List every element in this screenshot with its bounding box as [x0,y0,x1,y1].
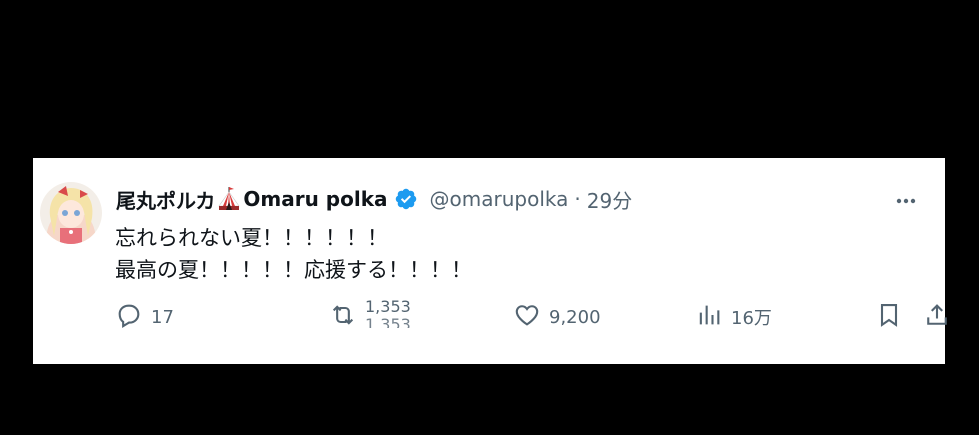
tweet-text-line: 最高の夏！！！！！応援する！！！！ [115,258,472,282]
reply-button[interactable]: 17 [115,300,174,334]
like-count: 9,200 [549,306,601,328]
timestamp[interactable]: 29分 [587,185,632,214]
views-button[interactable]: 16万 [695,300,772,334]
separator-dot: · [574,187,581,211]
more-icon[interactable] [893,188,919,214]
heart-icon [513,301,541,334]
action-bar: 17 1,353 1,353 9,200 16万 [115,298,947,334]
views-chart-icon [695,301,723,334]
tweet-header: 尾丸ポルカ Omaru polka @omarupolka · 29分 [116,184,632,214]
retweet-icon [329,301,357,334]
reply-icon [115,301,143,334]
display-name[interactable]: 尾丸ポルカ [116,185,215,214]
like-button[interactable]: 9,200 [513,300,601,334]
retweet-count-next: 1,353 [365,315,411,329]
retweet-count-stack: 1,353 1,353 [365,298,425,328]
avatar[interactable] [40,182,102,244]
tent-icon [216,186,242,212]
retweet-button[interactable]: 1,353 1,353 [329,298,411,334]
tweet-text-line: 忘れられない夏！！！！！！ [115,226,388,250]
views-count: 16万 [731,308,772,329]
retweet-count: 1,353 [365,298,411,316]
tweet-card[interactable]: 尾丸ポルカ Omaru polka @omarupolka · 29分 忘れられ… [33,158,947,364]
handle[interactable]: @omarupolka [430,187,569,211]
tweet-text: 忘れられない夏！！！！！！ 最高の夏！！！！！応援する！！！！ [115,222,472,286]
share-icon [923,301,951,334]
display-name-suffix[interactable]: Omaru polka [243,187,387,211]
bookmark-button[interactable] [875,300,903,334]
bookmark-icon [875,301,903,334]
reply-count: 17 [151,306,174,328]
verified-badge-icon [394,187,418,211]
share-button[interactable] [923,300,951,334]
